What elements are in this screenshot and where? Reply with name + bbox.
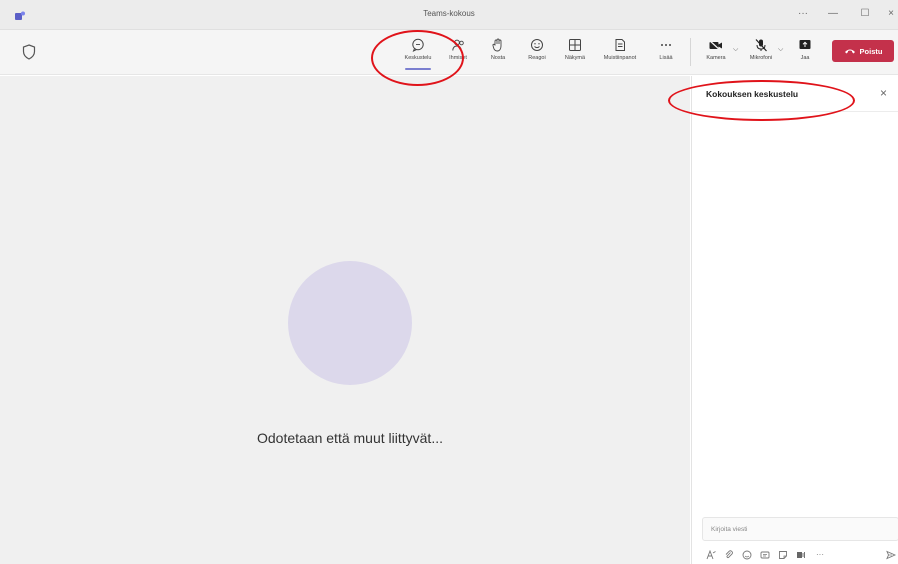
people-icon — [452, 39, 464, 51]
waiting-message: Odotetaan että muut liittyvät... — [257, 430, 443, 446]
attach-icon[interactable] — [724, 550, 734, 560]
send-icon[interactable] — [886, 550, 896, 560]
sticker-icon[interactable] — [778, 550, 788, 560]
chat-panel-title: Kokouksen keskustelu — [706, 89, 799, 99]
more-actions-label: Lisää — [659, 55, 673, 61]
window-more-button[interactable]: ··· — [796, 8, 810, 20]
raise-hand-button[interactable]: Nosta — [478, 36, 518, 70]
hang-up-icon — [844, 49, 855, 54]
view-button-label: Näkymä — [564, 55, 586, 61]
gif-icon[interactable] — [760, 550, 770, 560]
raise-hand-icon — [492, 38, 502, 52]
share-button-label: Jaa — [800, 55, 810, 61]
shield-icon[interactable] — [22, 44, 36, 60]
avatar — [288, 261, 412, 385]
notes-icon — [615, 39, 625, 51]
microphone-off-icon — [755, 39, 767, 52]
loop-icon[interactable] — [796, 550, 806, 560]
window-title: Teams-kokous — [423, 9, 475, 18]
raise-hand-button-label: Nosta — [490, 55, 506, 61]
microphone-button-label: Mikrofoni — [749, 55, 773, 61]
chat-button-label: Keskustelu — [404, 55, 432, 61]
camera-options-chevron-icon[interactable]: ⌵ — [733, 46, 738, 54]
camera-off-icon — [708, 39, 722, 52]
minimize-button[interactable]: — — [826, 8, 840, 20]
share-button[interactable]: Jaa — [787, 36, 823, 70]
chat-button[interactable]: Keskustelu — [398, 36, 438, 70]
people-button-label: Ihmiset — [449, 55, 467, 61]
more-icon — [661, 44, 671, 46]
active-tab-indicator — [405, 68, 431, 70]
toolbar-divider — [690, 38, 691, 66]
notes-button-label: Muistiinpanot — [603, 55, 637, 61]
emoji-icon[interactable] — [742, 550, 752, 560]
close-window-button[interactable]: × — [884, 8, 898, 20]
react-button[interactable]: Reagoi — [517, 36, 557, 70]
maximize-button[interactable]: ☐ — [858, 8, 872, 20]
meeting-stage: Odotetaan että muut liittyvät... — [0, 76, 690, 564]
message-compose-box[interactable]: Kirjoita viesti — [702, 517, 898, 541]
more-actions-button[interactable]: Lisää — [646, 36, 686, 70]
compose-placeholder: Kirjoita viesti — [711, 526, 748, 533]
close-chat-panel-button[interactable]: × — [880, 86, 887, 100]
microphone-options-chevron-icon[interactable]: ⌵ — [778, 46, 783, 54]
chat-bubble-icon — [412, 38, 424, 52]
more-compose-options-icon[interactable]: ··· — [816, 550, 824, 560]
people-button[interactable]: Ihmiset — [438, 36, 478, 70]
compose-toolbar: ··· — [706, 550, 896, 562]
react-button-label: Reagoi — [528, 55, 546, 61]
notes-button[interactable]: Muistiinpanot — [600, 36, 640, 70]
view-button[interactable]: Näkymä — [555, 36, 595, 70]
emoji-icon — [531, 39, 543, 51]
share-screen-icon — [799, 40, 811, 49]
camera-button-label: Kamera — [706, 55, 726, 61]
grid-icon — [569, 39, 581, 51]
chat-panel-header: Kokouksen keskustelu × — [692, 76, 898, 112]
microphone-button[interactable]: Mikrofoni — [742, 36, 780, 70]
leave-button-label: Poistu — [859, 46, 883, 56]
camera-button[interactable]: Kamera — [697, 36, 735, 70]
format-icon[interactable] — [706, 550, 716, 560]
title-bar: Teams-kokous ··· — ☐ × — [0, 0, 898, 30]
meeting-toolbar: Keskustelu Ihmiset Nosta Reagoi Näkymä M… — [0, 30, 898, 75]
leave-button[interactable]: Poistu — [832, 40, 894, 62]
meeting-chat-panel: Kokouksen keskustelu × Kirjoita viesti ·… — [691, 76, 898, 564]
